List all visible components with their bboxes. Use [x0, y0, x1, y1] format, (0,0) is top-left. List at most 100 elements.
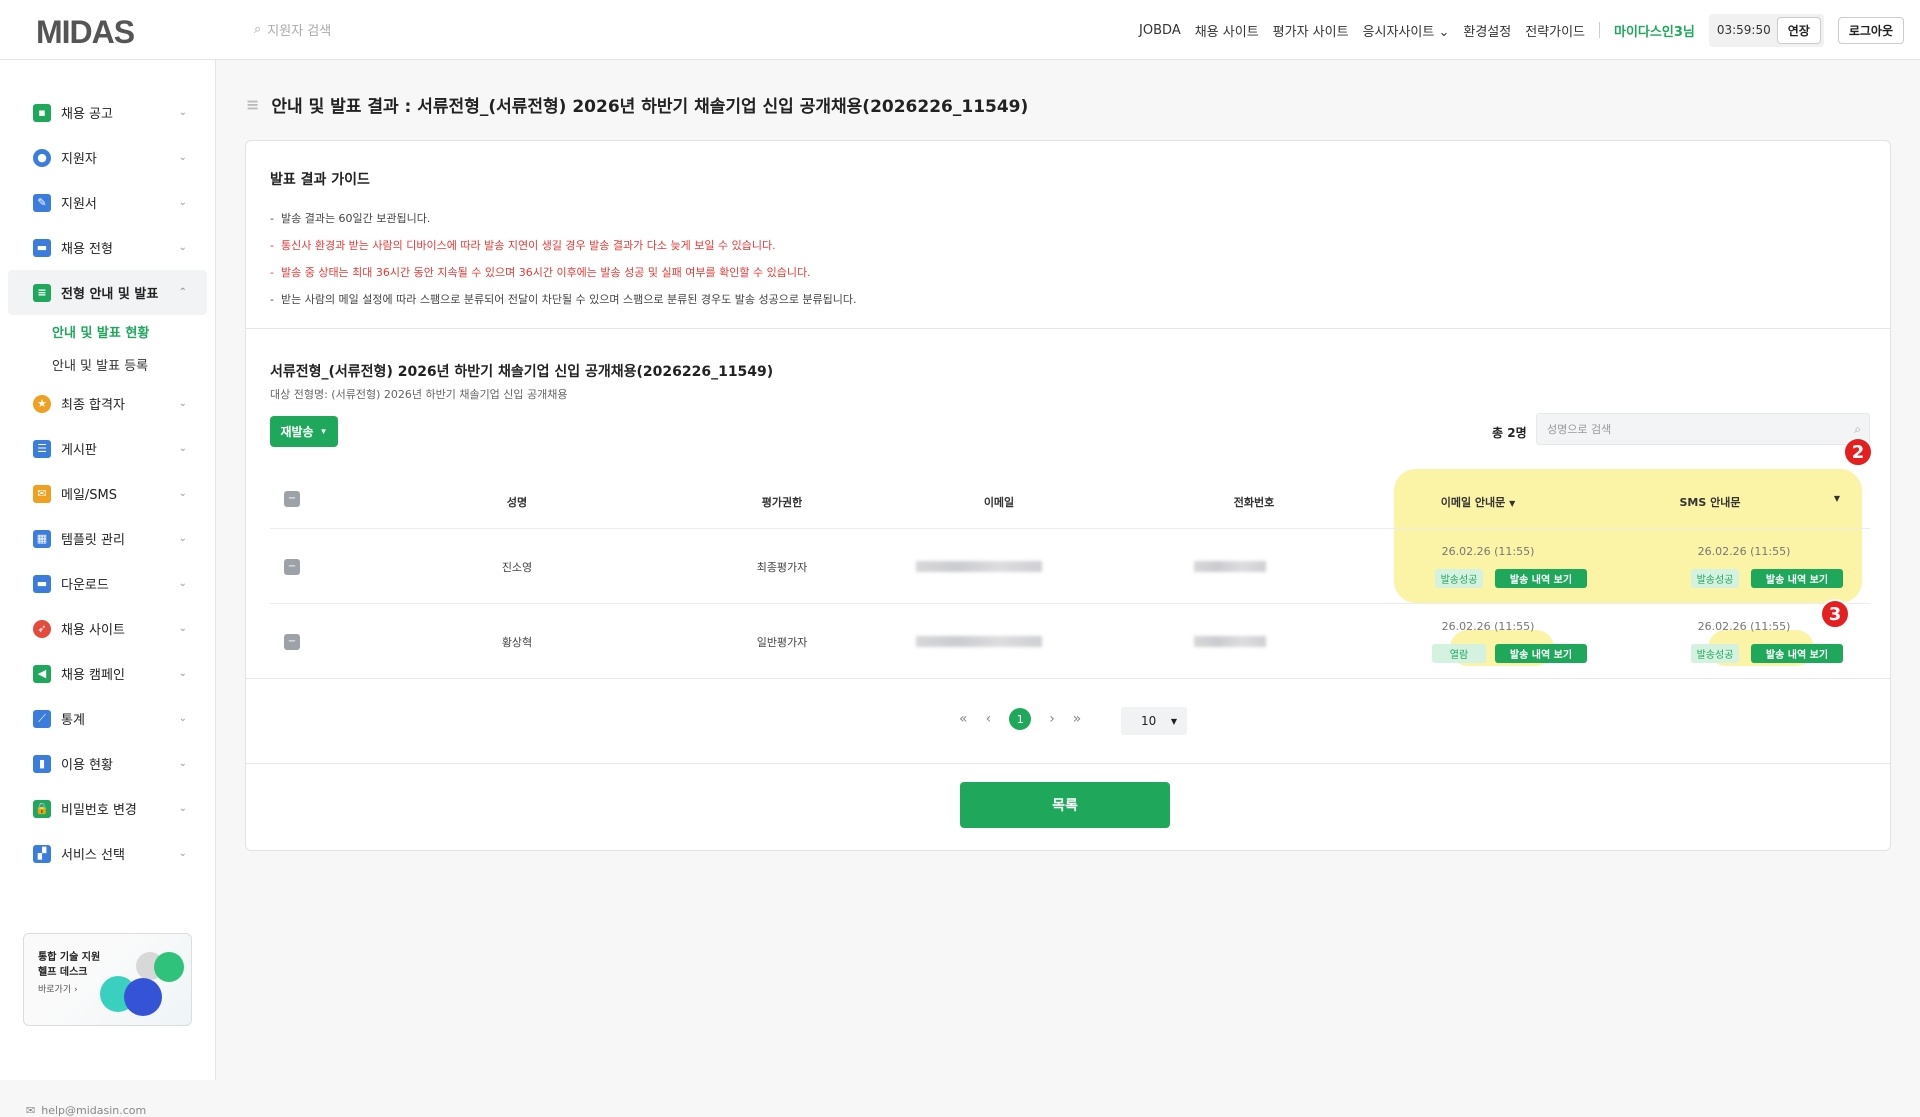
- email-view-history-button[interactable]: 발송 내역 보기: [1495, 569, 1587, 588]
- col-email-notice[interactable]: 이메일 안내문 ▼: [1441, 494, 1516, 510]
- nav-recruit-site[interactable]: 채용 사이트: [1195, 21, 1259, 40]
- sidebar-item-label: 채용 캠페인: [61, 668, 125, 683]
- submenu-notice-register[interactable]: 안내 및 발표 등록: [0, 348, 215, 381]
- col-sms-notice[interactable]: SMS 안내문: [1680, 494, 1741, 510]
- extend-button[interactable]: 연장: [1776, 16, 1821, 44]
- sidebar-item-notice-announcement[interactable]: ≡ 전형 안내 및 발표 ⌃: [8, 270, 207, 315]
- sidebar-item-service-select[interactable]: ▞ 서비스 선택 ⌄: [8, 831, 207, 876]
- sidebar-item-label: 비밀번호 변경: [61, 803, 137, 818]
- guide-line-warning: - 발송 중 상태는 최대 36시간 동안 지속될 수 있으며 36시간 이후에…: [270, 266, 811, 279]
- sidebar-item-password[interactable]: 🔒 비밀번호 변경 ⌄: [8, 786, 207, 831]
- help-card-title: 통합 기술 지원 헬프 데스크: [38, 952, 101, 978]
- decorative-sphere: [154, 952, 184, 982]
- sidebar-item-mail-sms[interactable]: ✉ 메일/SMS ⌄: [8, 471, 207, 516]
- next-page-icon[interactable]: ›: [1049, 711, 1055, 727]
- select-all-checkbox[interactable]: −: [284, 491, 300, 507]
- chevron-down-icon: ⌄: [178, 398, 187, 409]
- chevron-down-icon: ⌄: [178, 758, 187, 769]
- sidebar-submenu: 안내 및 발표 현황 안내 및 발표 등록: [0, 315, 215, 381]
- annotation-badge: 3: [1820, 599, 1850, 629]
- table-row: − 황상혁 일반평가자 26.02.26 (11:55) 열람 발송 내역 보기…: [270, 604, 1870, 679]
- stats-icon: ⟋: [33, 709, 51, 728]
- sidebar-item-stats[interactable]: ⟋ 통계 ⌄: [8, 696, 207, 741]
- sidebar-item-label: 서비스 선택: [61, 848, 125, 863]
- help-email[interactable]: ✉ help@midasin.com: [26, 1104, 146, 1117]
- sidebar-item-label: 전형 안내 및 발표: [61, 287, 159, 302]
- divider: [246, 328, 1890, 329]
- sidebar-item-label: 채용 공고: [61, 107, 113, 122]
- sidebar-item-final-pass[interactable]: ★ 최종 합격자 ⌄: [8, 381, 207, 426]
- email-status-badge: 발송성공: [1435, 569, 1483, 588]
- sidebar-item-usage[interactable]: ▮ 이용 현황 ⌄: [8, 741, 207, 786]
- sidebar-item-templates[interactable]: ▦ 템플릿 관리 ⌄: [8, 516, 207, 561]
- main-content: ≡ 안내 및 발표 결과 : 서류전형_(서류전형) 2026년 하반기 채솔기…: [216, 60, 1920, 1080]
- nav-applicant-site[interactable]: 응시자사이트 ⌄: [1363, 21, 1450, 40]
- email-view-history-button[interactable]: 발송 내역 보기: [1495, 644, 1587, 663]
- row-checkbox[interactable]: −: [284, 634, 300, 650]
- divider: [246, 678, 1890, 679]
- guide-title: 발표 결과 가이드: [270, 172, 370, 188]
- nav-settings[interactable]: 환경설정: [1463, 21, 1511, 40]
- sidebar-item-applications[interactable]: ✎ 지원서 ⌄: [8, 180, 207, 225]
- nav-strategy-guide[interactable]: 전략가이드: [1525, 21, 1585, 40]
- per-page-select[interactable]: 10 ▼: [1121, 707, 1187, 735]
- sidebar-item-label: 채용 전형: [61, 242, 113, 257]
- col-name[interactable]: 성명: [507, 494, 527, 510]
- decorative-sphere: [124, 978, 162, 1016]
- masked-phone: [1194, 636, 1266, 647]
- folder-icon: ▬: [33, 238, 51, 257]
- page-current[interactable]: 1: [1009, 708, 1032, 730]
- page-title: ≡ 안내 및 발표 결과 : 서류전형_(서류전형) 2026년 하반기 채솔기…: [246, 95, 1029, 117]
- logout-button[interactable]: 로그아웃: [1837, 16, 1904, 44]
- top-nav: JOBDA 채용 사이트 평가자 사이트 응시자사이트 ⌄ 환경설정 전략가이드…: [1139, 13, 1904, 47]
- help-card-link[interactable]: 바로가기 ›: [38, 982, 78, 995]
- sidebar-item-download[interactable]: ▬ 다운로드 ⌄: [8, 561, 207, 606]
- briefcase-icon: ▪: [33, 103, 51, 122]
- sidebar-item-recruit-process[interactable]: ▬ 채용 전형 ⌄: [8, 225, 207, 270]
- last-page-icon[interactable]: »: [1073, 711, 1082, 727]
- guide-line: - 받는 사람의 메일 설정에 따라 스팸으로 분류되어 전달이 차단될 수 있…: [270, 293, 857, 306]
- list-button[interactable]: 목록: [960, 782, 1170, 828]
- sidebar-item-recruit-site[interactable]: ➶ 채용 사이트 ⌄: [8, 606, 207, 651]
- col-phone[interactable]: 전화번호: [1234, 494, 1274, 510]
- sidebar-item-label: 게시판: [61, 443, 97, 458]
- sms-view-history-button[interactable]: 발송 내역 보기: [1751, 569, 1843, 588]
- table-row: − 진소영 최종평가자 26.02.26 (11:55) 발송성공 발송 내역 …: [270, 529, 1870, 604]
- sidebar-item-board[interactable]: ☰ 게시판 ⌄: [8, 426, 207, 471]
- col-email[interactable]: 이메일: [984, 494, 1014, 510]
- guide-line-warning: - 통신사 환경과 받는 사람의 디바이스에 따라 발송 지연이 생길 경우 발…: [270, 239, 776, 252]
- caret-down-icon[interactable]: ▼: [1834, 494, 1840, 503]
- sidebar-item-applicants[interactable]: ● 지원자 ⌄: [8, 135, 207, 180]
- result-guide: 발표 결과 가이드 - 발송 결과는 60일간 보관됩니다. - 통신사 환경과…: [270, 169, 857, 313]
- resend-dropdown-button[interactable]: 재발송 ▼: [270, 416, 338, 447]
- nav-jobda[interactable]: JOBDA: [1139, 23, 1181, 38]
- sidebar-item-label: 지원자: [61, 152, 97, 167]
- top-bar: MIDAS ⌕ 지원자 검색 JOBDA 채용 사이트 평가자 사이트 응시자사…: [0, 0, 1920, 60]
- user-name: 마이다스인3님: [1614, 24, 1695, 40]
- first-page-icon[interactable]: «: [959, 711, 968, 727]
- section-title: 서류전형_(서류전형) 2026년 하반기 채솔기업 신입 공개채용(20262…: [270, 364, 774, 380]
- prev-page-icon[interactable]: ‹: [986, 711, 992, 727]
- masked-email: [916, 561, 1042, 572]
- help-desk-card[interactable]: 통합 기술 지원 헬프 데스크 바로가기 ›: [23, 933, 192, 1026]
- template-icon: ▦: [33, 529, 51, 548]
- search-placeholder: 지원자 검색: [267, 24, 332, 39]
- mail-icon: ✉: [33, 484, 51, 503]
- search-icon: ⌕: [1854, 422, 1861, 436]
- col-role[interactable]: 평가권한: [762, 494, 802, 510]
- name-search-input[interactable]: 성명으로 검색 ⌕: [1536, 413, 1870, 445]
- caret-down-icon: ▼: [1170, 716, 1177, 726]
- row-checkbox[interactable]: −: [284, 559, 300, 575]
- sidebar-item-label: 지원서: [61, 197, 97, 212]
- sidebar-item-campaign[interactable]: ◀ 채용 캠페인 ⌄: [8, 651, 207, 696]
- sidebar-item-job-posting[interactable]: ▪ 채용 공고 ⌄: [8, 90, 207, 135]
- nav-evaluator-site[interactable]: 평가자 사이트: [1273, 21, 1349, 40]
- logo[interactable]: MIDAS: [36, 14, 135, 51]
- sms-view-history-button[interactable]: 발송 내역 보기: [1751, 644, 1843, 663]
- submenu-notice-status[interactable]: 안내 및 발표 현황: [0, 315, 215, 348]
- applicant-search[interactable]: ⌕ 지원자 검색: [254, 20, 331, 39]
- rocket-icon: ➶: [33, 619, 51, 638]
- result-card: 발표 결과 가이드 - 발송 결과는 60일간 보관됩니다. - 통신사 환경과…: [245, 140, 1891, 851]
- timer-value: 03:59:50: [1716, 23, 1771, 37]
- chevron-down-icon: ⌄: [178, 443, 187, 454]
